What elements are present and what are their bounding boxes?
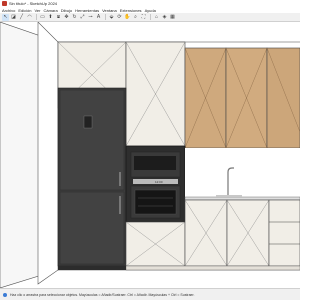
warehouse-icon[interactable]: ⌂ (153, 14, 160, 21)
scale-tool-icon[interactable]: ⤢ (79, 14, 86, 21)
pushpull-tool-icon[interactable]: ⬆ (47, 14, 54, 21)
model-viewport[interactable]: 12:00 (0, 22, 300, 288)
sketchup-logo-icon (2, 1, 7, 6)
line-tool-icon[interactable]: ╱ (18, 14, 25, 21)
layout-icon[interactable]: ▦ (169, 14, 176, 21)
fridge-plinth (58, 266, 126, 270)
wood-cabinet-3[interactable] (266, 47, 300, 149)
menu-ventana[interactable]: Ventana (102, 8, 117, 13)
toolbar-separator (150, 14, 151, 20)
countertop[interactable] (184, 196, 300, 201)
menu-dibujo[interactable]: Dibujo (61, 8, 72, 13)
main-toolbar: ↖ ◪ ╱ ◠ ▭ ⬆ ⧈ ✥ ↻ ⤢ ⊸ A ⬙ ⟳ ✋ ⌕ ⛶ ⌂ ◈ ▦ (0, 13, 300, 22)
menu-archivo[interactable]: Archivo (2, 8, 15, 13)
base-drawers[interactable] (268, 199, 300, 267)
zoom-tool-icon[interactable]: ⌕ (132, 14, 139, 21)
toolbar-separator (105, 14, 106, 20)
eraser-tool-icon[interactable]: ◪ (10, 14, 17, 21)
pan-tool-icon[interactable]: ✋ (124, 14, 131, 21)
paint-tool-icon[interactable]: ⬙ (108, 14, 115, 21)
orbit-tool-icon[interactable]: ⟳ (116, 14, 123, 21)
menu-herramientas[interactable]: Herramientas (75, 8, 99, 13)
rectangle-tool-icon[interactable]: ▭ (39, 14, 46, 21)
info-icon (3, 292, 7, 297)
text-tool-icon[interactable]: A (95, 14, 102, 21)
menu-ayuda[interactable]: Ayuda (145, 8, 156, 13)
offset-tool-icon[interactable]: ⧈ (55, 14, 62, 21)
fridge-display-icon (83, 115, 93, 129)
tape-tool-icon[interactable]: ⊸ (87, 14, 94, 21)
zoom-extents-icon[interactable]: ⛶ (140, 14, 147, 21)
extension-icon[interactable]: ◈ (161, 14, 168, 21)
move-tool-icon[interactable]: ✥ (63, 14, 70, 21)
menu-edicion[interactable]: Edición (18, 8, 31, 13)
menu-camara[interactable]: Cámara (43, 8, 57, 13)
oven-display: 12:00 (155, 180, 163, 184)
window-title: Sin título* - SketchUp 2024 (9, 1, 58, 6)
kitchen-model: 12:00 (0, 22, 300, 288)
rotate-tool-icon[interactable]: ↻ (71, 14, 78, 21)
menu-ver[interactable]: Ver (34, 8, 40, 13)
menu-extensiones[interactable]: Extensiones (120, 8, 142, 13)
select-tool-icon[interactable]: ↖ (2, 13, 9, 21)
fridge-lower-door[interactable] (59, 191, 125, 265)
fridge-handle (119, 172, 121, 186)
wall-column (37, 22, 59, 285)
backsplash (185, 148, 300, 197)
fridge-handle (119, 196, 121, 214)
fridge-upper-door[interactable] (59, 89, 125, 191)
toolbar-separator (36, 14, 37, 20)
oven-window (134, 189, 177, 215)
plinth (125, 265, 300, 271)
microwave-window (134, 156, 176, 170)
title-bar: Sin título* - SketchUp 2024 (0, 0, 300, 7)
status-bar: Haz clic o arrastra para seleccionar obj… (0, 288, 300, 300)
arc-tool-icon[interactable]: ◠ (26, 14, 33, 21)
sink (216, 195, 242, 197)
status-message: Haz clic o arrastra para seleccionar obj… (10, 292, 195, 297)
